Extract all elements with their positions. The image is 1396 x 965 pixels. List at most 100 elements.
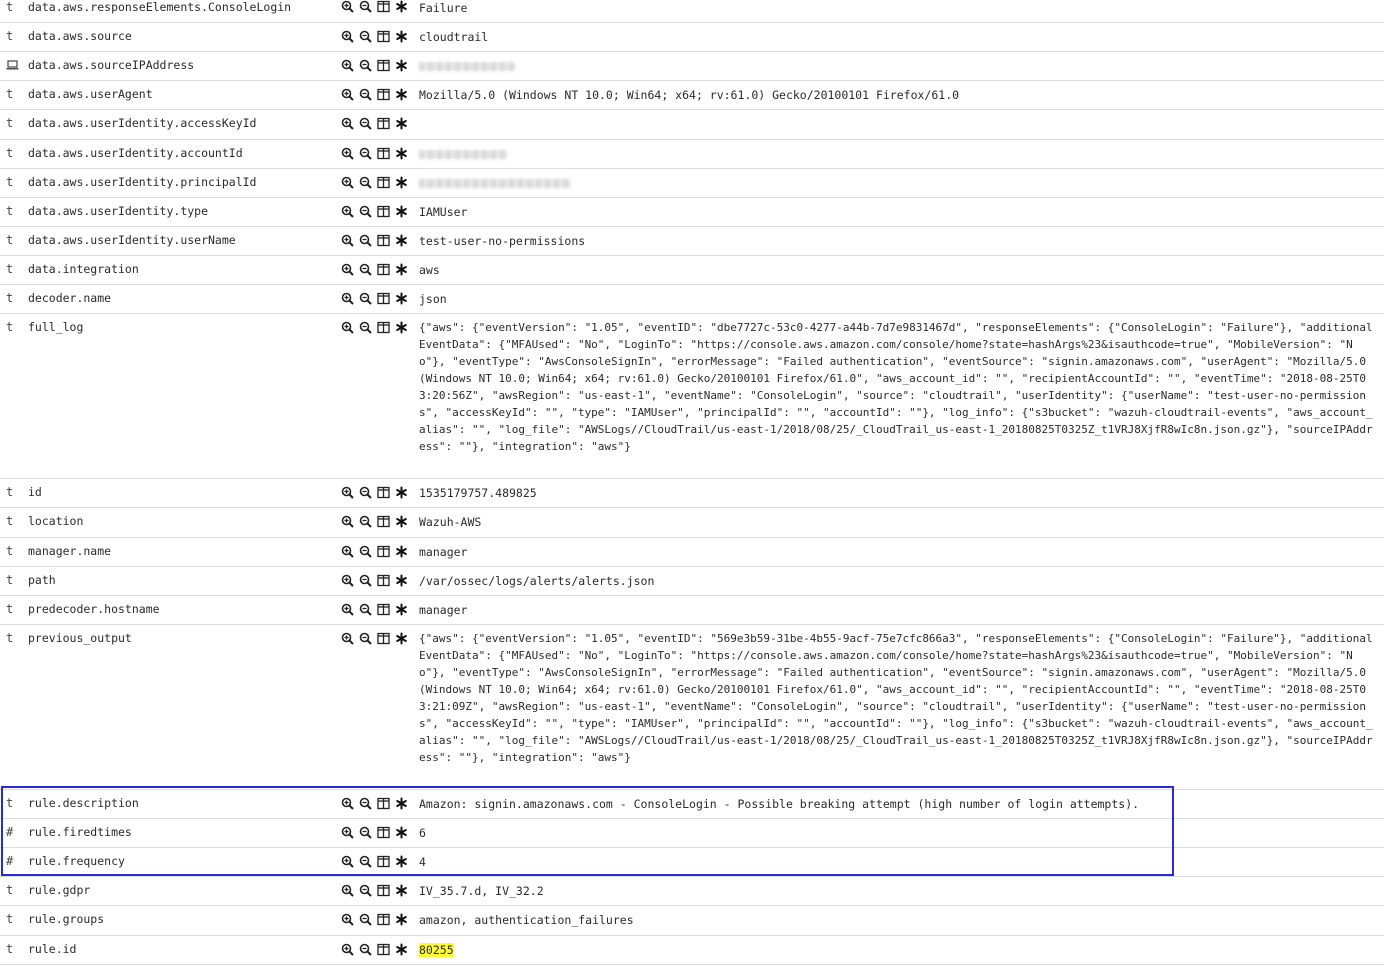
filter-exists-icon[interactable]	[395, 574, 408, 587]
zoom-in-icon[interactable]	[341, 797, 354, 810]
zoom-in-icon[interactable]	[341, 486, 354, 499]
zoom-in-icon[interactable]	[341, 205, 354, 218]
filter-exists-icon[interactable]	[395, 147, 408, 160]
zoom-in-icon[interactable]	[341, 0, 354, 13]
zoom-out-icon[interactable]	[359, 205, 372, 218]
zoom-in-icon[interactable]	[341, 574, 354, 587]
zoom-in-icon[interactable]	[341, 59, 354, 72]
toggle-column-icon[interactable]	[377, 515, 390, 528]
zoom-out-icon[interactable]	[359, 943, 372, 956]
filter-exists-icon[interactable]	[395, 0, 408, 13]
zoom-in-icon[interactable]	[341, 826, 354, 839]
toggle-column-icon[interactable]	[377, 234, 390, 247]
toggle-column-icon[interactable]	[377, 884, 390, 897]
string-type-icon: t	[6, 942, 14, 956]
zoom-out-icon[interactable]	[359, 59, 372, 72]
filter-exists-icon[interactable]	[395, 88, 408, 101]
zoom-out-icon[interactable]	[359, 603, 372, 616]
toggle-column-icon[interactable]	[377, 176, 390, 189]
zoom-in-icon[interactable]	[341, 321, 354, 334]
zoom-in-icon[interactable]	[341, 234, 354, 247]
toggle-column-icon[interactable]	[377, 205, 390, 218]
zoom-out-icon[interactable]	[359, 797, 372, 810]
zoom-out-icon[interactable]	[359, 321, 372, 334]
filter-exists-icon[interactable]	[395, 205, 408, 218]
toggle-column-icon[interactable]	[377, 0, 390, 13]
filter-exists-icon[interactable]	[395, 603, 408, 616]
zoom-out-icon[interactable]	[359, 826, 372, 839]
field-row: t path /var/ossec/logs/alerts/alerts.jso…	[0, 567, 1384, 596]
toggle-column-icon[interactable]	[377, 826, 390, 839]
zoom-in-icon[interactable]	[341, 147, 354, 160]
zoom-out-icon[interactable]	[359, 913, 372, 926]
zoom-out-icon[interactable]	[359, 855, 372, 868]
filter-exists-icon[interactable]	[395, 632, 408, 645]
zoom-in-icon[interactable]	[341, 603, 354, 616]
filter-exists-icon[interactable]	[395, 321, 408, 334]
filter-exists-icon[interactable]	[395, 545, 408, 558]
filter-exists-icon[interactable]	[395, 234, 408, 247]
zoom-out-icon[interactable]	[359, 515, 372, 528]
filter-exists-icon[interactable]	[395, 884, 408, 897]
toggle-column-icon[interactable]	[377, 263, 390, 276]
toggle-column-icon[interactable]	[377, 30, 390, 43]
zoom-in-icon[interactable]	[341, 913, 354, 926]
toggle-column-icon[interactable]	[377, 147, 390, 160]
filter-exists-icon[interactable]	[395, 176, 408, 189]
zoom-out-icon[interactable]	[359, 292, 372, 305]
toggle-column-icon[interactable]	[377, 117, 390, 130]
zoom-in-icon[interactable]	[341, 515, 354, 528]
toggle-column-icon[interactable]	[377, 943, 390, 956]
filter-exists-icon[interactable]	[395, 292, 408, 305]
zoom-in-icon[interactable]	[341, 176, 354, 189]
filter-exists-icon[interactable]	[395, 59, 408, 72]
zoom-in-icon[interactable]	[341, 292, 354, 305]
toggle-column-icon[interactable]	[377, 59, 390, 72]
filter-exists-icon[interactable]	[395, 826, 408, 839]
zoom-in-icon[interactable]	[341, 855, 354, 868]
filter-exists-icon[interactable]	[395, 117, 408, 130]
toggle-column-icon[interactable]	[377, 632, 390, 645]
toggle-column-icon[interactable]	[377, 913, 390, 926]
filter-exists-icon[interactable]	[395, 943, 408, 956]
zoom-out-icon[interactable]	[359, 574, 372, 587]
zoom-in-icon[interactable]	[341, 88, 354, 101]
toggle-column-icon[interactable]	[377, 88, 390, 101]
filter-exists-icon[interactable]	[395, 797, 408, 810]
zoom-out-icon[interactable]	[359, 486, 372, 499]
toggle-column-icon[interactable]	[377, 855, 390, 868]
zoom-out-icon[interactable]	[359, 632, 372, 645]
zoom-out-icon[interactable]	[359, 263, 372, 276]
toggle-column-icon[interactable]	[377, 486, 390, 499]
filter-exists-icon[interactable]	[395, 486, 408, 499]
toggle-column-icon[interactable]	[377, 797, 390, 810]
zoom-in-icon[interactable]	[341, 263, 354, 276]
filter-exists-icon[interactable]	[395, 515, 408, 528]
filter-exists-icon[interactable]	[395, 30, 408, 43]
field-name: rule.id	[28, 942, 77, 956]
toggle-column-icon[interactable]	[377, 545, 390, 558]
zoom-in-icon[interactable]	[341, 30, 354, 43]
field-row: t data.aws.userIdentity.principalId	[0, 169, 1384, 198]
zoom-out-icon[interactable]	[359, 147, 372, 160]
zoom-out-icon[interactable]	[359, 545, 372, 558]
toggle-column-icon[interactable]	[377, 603, 390, 616]
zoom-out-icon[interactable]	[359, 88, 372, 101]
toggle-column-icon[interactable]	[377, 321, 390, 334]
zoom-out-icon[interactable]	[359, 30, 372, 43]
filter-exists-icon[interactable]	[395, 263, 408, 276]
zoom-in-icon[interactable]	[341, 943, 354, 956]
zoom-out-icon[interactable]	[359, 884, 372, 897]
zoom-out-icon[interactable]	[359, 234, 372, 247]
zoom-out-icon[interactable]	[359, 117, 372, 130]
zoom-in-icon[interactable]	[341, 632, 354, 645]
zoom-in-icon[interactable]	[341, 117, 354, 130]
filter-exists-icon[interactable]	[395, 913, 408, 926]
toggle-column-icon[interactable]	[377, 292, 390, 305]
filter-exists-icon[interactable]	[395, 855, 408, 868]
zoom-in-icon[interactable]	[341, 884, 354, 897]
zoom-out-icon[interactable]	[359, 0, 372, 13]
zoom-in-icon[interactable]	[341, 545, 354, 558]
zoom-out-icon[interactable]	[359, 176, 372, 189]
toggle-column-icon[interactable]	[377, 574, 390, 587]
